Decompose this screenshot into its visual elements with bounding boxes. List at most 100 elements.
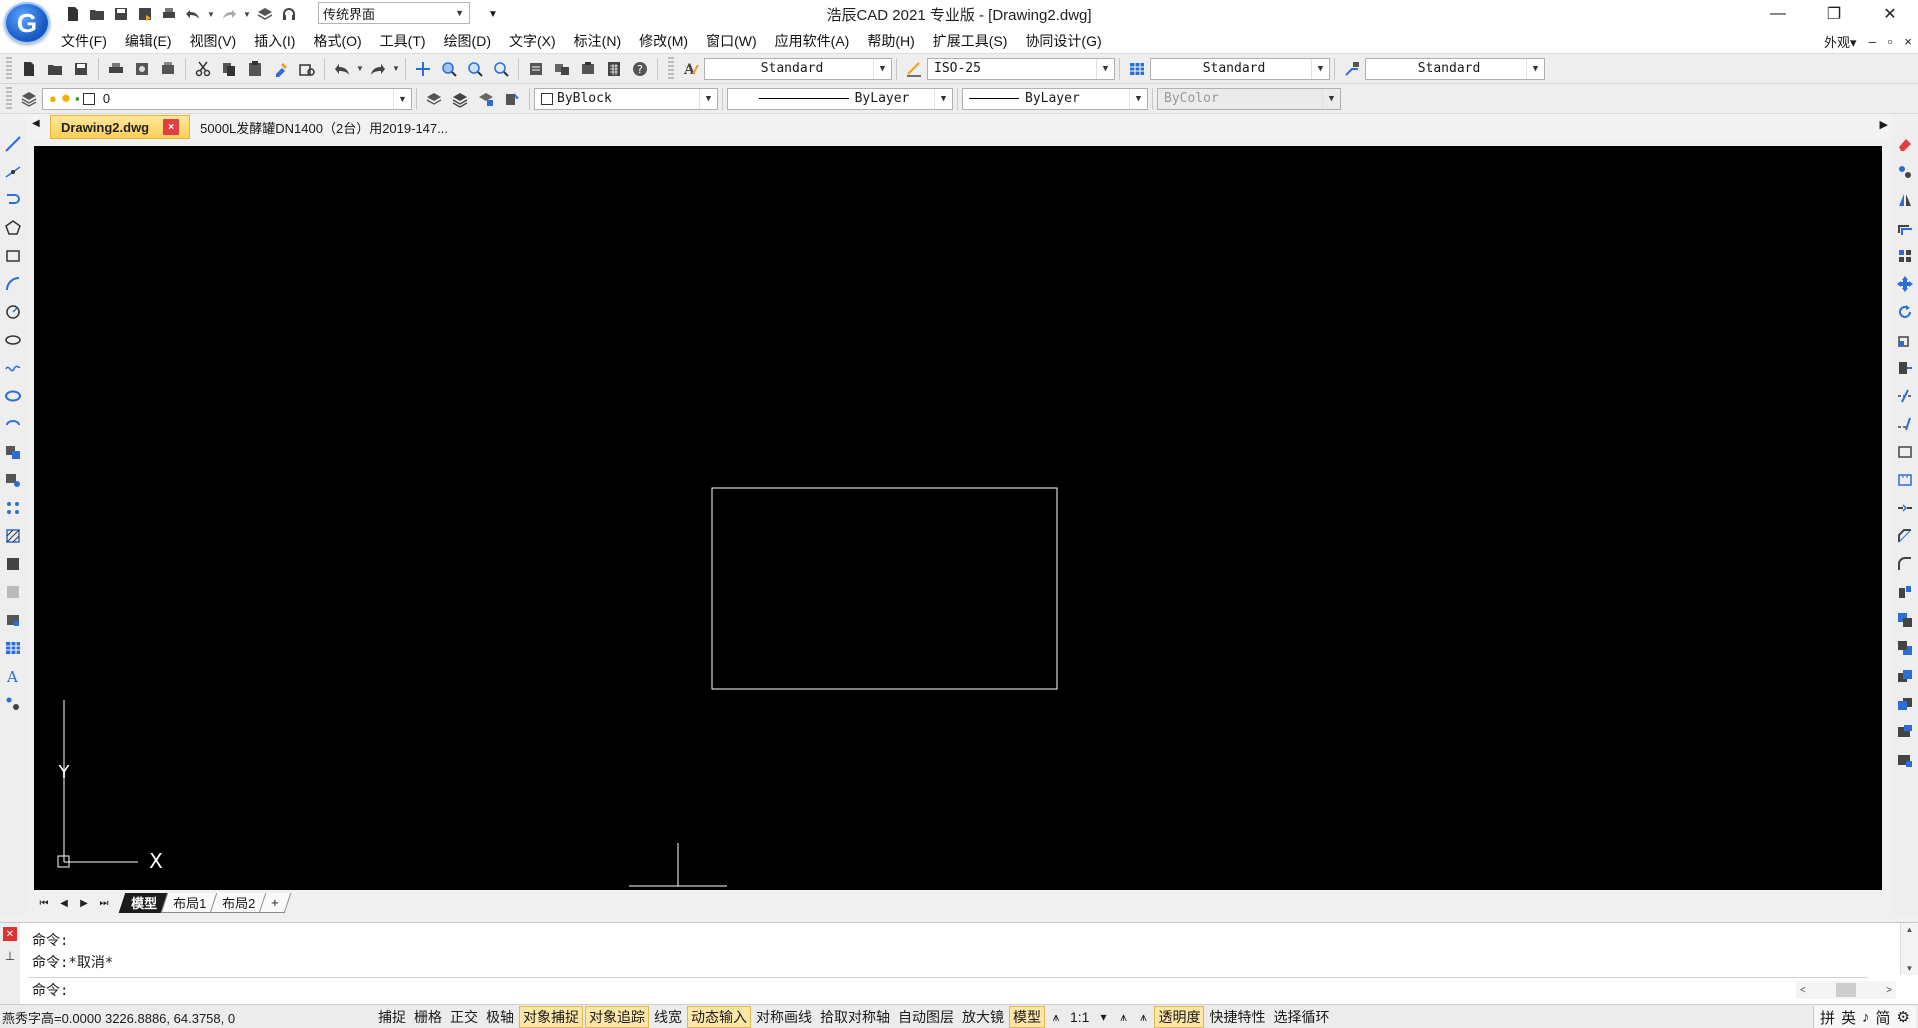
doc-minimize-button[interactable]: – (1869, 34, 1876, 49)
make-current-layer-icon[interactable] (421, 86, 447, 112)
scroll-left-icon[interactable]: < (1800, 985, 1806, 996)
copy-icon[interactable] (216, 56, 242, 82)
lineweight-select[interactable]: ByLayer ▼ (962, 87, 1148, 110)
magnifier-toggle[interactable]: 放大镜 (959, 1006, 1007, 1028)
break-at-point-icon[interactable] (1893, 438, 1917, 466)
cursor-coordinates[interactable]: 燕秀字高=0.0000 3226.8886, 64.3758, 0 (2, 1005, 235, 1028)
zoom-window-icon[interactable] (462, 56, 488, 82)
close-icon[interactable]: ✕ (3, 927, 17, 941)
layer-walk-icon[interactable] (499, 86, 525, 112)
polyline-icon[interactable] (1, 186, 25, 214)
menu-modify[interactable]: 修改(M) (630, 28, 697, 54)
menu-collaboration[interactable]: 协同设计(G) (1016, 28, 1110, 54)
add-selected-icon[interactable] (1, 690, 25, 718)
scale-icon[interactable] (1893, 326, 1917, 354)
menu-edit[interactable]: 编辑(E) (116, 28, 181, 54)
symmetric-line-toggle[interactable]: 对称画线 (753, 1006, 815, 1028)
menu-insert[interactable]: 插入(I) (245, 28, 304, 54)
appearance-menu[interactable]: 外观▾ (1824, 32, 1857, 51)
extend-icon[interactable] (1893, 410, 1917, 438)
drawn-rectangle[interactable] (711, 487, 1058, 690)
dim-style-icon[interactable] (901, 56, 927, 82)
arc-icon[interactable] (1, 270, 25, 298)
pin-icon[interactable]: ⊥ (5, 949, 15, 963)
menu-help[interactable]: 帮助(H) (858, 28, 923, 54)
customize-qat-icon[interactable]: ▼ (486, 3, 500, 25)
point-icon[interactable] (1, 494, 25, 522)
polygon-icon[interactable] (1, 214, 25, 242)
open-icon[interactable] (42, 56, 68, 82)
break-icon[interactable] (1893, 466, 1917, 494)
menu-format[interactable]: 格式(O) (304, 28, 370, 54)
scroll-thumb[interactable] (1836, 983, 1856, 997)
new-icon[interactable] (16, 56, 42, 82)
stretch-icon[interactable] (1893, 354, 1917, 382)
print-preview-icon[interactable] (129, 56, 155, 82)
layer-states-icon[interactable] (473, 86, 499, 112)
copy-object-icon[interactable] (1893, 158, 1917, 186)
last-layout-icon[interactable]: ⏭ (94, 893, 114, 913)
save-icon[interactable] (68, 56, 94, 82)
minimize-button[interactable]: — (1750, 0, 1806, 28)
block-editor-icon[interactable] (294, 56, 320, 82)
menu-text[interactable]: 文字(X) (500, 28, 565, 54)
ime-pinyin-icon[interactable]: 拼 (1820, 1007, 1835, 1028)
restore-button[interactable]: ❐ (1806, 0, 1862, 28)
line-icon[interactable] (1, 130, 25, 158)
tab-fermenter-drawing[interactable]: 5000L发酵罐DN1400（2台）用2019-147... (190, 115, 458, 139)
tab-close-icon[interactable]: × (163, 119, 180, 135)
chamfer-icon[interactable] (1893, 522, 1917, 550)
add-layout-button[interactable]: + (259, 893, 292, 913)
gradient-icon[interactable] (1, 550, 25, 578)
app-logo[interactable]: G (4, 2, 50, 44)
close-button[interactable]: ✕ (1862, 0, 1918, 28)
redo-dropdown-icon[interactable]: ▼ (242, 3, 252, 25)
tool-palettes-icon[interactable] (575, 56, 601, 82)
publish-icon[interactable] (155, 56, 181, 82)
menu-view[interactable]: 视图(V) (181, 28, 246, 54)
draw-order-front-icon[interactable] (1893, 606, 1917, 634)
revision-cloud-icon[interactable] (1, 326, 25, 354)
doc-close-button[interactable]: × (1904, 34, 1912, 49)
annotation-visibility-icon[interactable]: ⩚ (1113, 1006, 1133, 1028)
auto-layer-toggle[interactable]: 自动图层 (895, 1006, 957, 1028)
auto-scale-icon[interactable]: ⩚ (1133, 1006, 1153, 1028)
workspace-select[interactable]: 传统界面 ▼ (318, 2, 470, 24)
move-icon[interactable] (1893, 270, 1917, 298)
erase-icon[interactable] (1893, 130, 1917, 158)
trim-icon[interactable] (1893, 382, 1917, 410)
color-select[interactable]: ByBlock ▼ (534, 87, 718, 110)
mleader-style-select[interactable]: Standard ▼ (1365, 57, 1545, 80)
ellipse-arc-icon[interactable] (1, 410, 25, 438)
osnap-toggle[interactable]: 对象捕捉 (519, 1006, 583, 1028)
construction-line-icon[interactable] (1, 158, 25, 186)
hatch-icon[interactable] (1, 522, 25, 550)
chevron-down-icon[interactable]: ▾ (1093, 1006, 1113, 1028)
fillet-icon[interactable] (1893, 550, 1917, 578)
calculator-icon[interactable] (601, 56, 627, 82)
doc-restore-button[interactable]: ▫ (1888, 34, 1893, 49)
ime-punctuation-icon[interactable]: ♪ (1862, 1009, 1870, 1026)
grid-toggle[interactable]: 栅格 (411, 1006, 445, 1028)
spline-icon[interactable] (1, 354, 25, 382)
table-icon[interactable] (1, 634, 25, 662)
toolbar-grip[interactable] (6, 56, 12, 81)
previous-layout-icon[interactable]: ◀ (54, 893, 74, 913)
annotation-scale-icon[interactable]: ⩚ (1046, 1006, 1066, 1028)
zoom-realtime-icon[interactable] (436, 56, 462, 82)
menu-draw[interactable]: 绘图(D) (435, 28, 500, 54)
explode-icon[interactable] (1893, 578, 1917, 606)
cut-icon[interactable] (190, 56, 216, 82)
save-icon[interactable] (110, 3, 132, 25)
selection-cycling-toggle[interactable]: 选择循环 (1270, 1006, 1332, 1028)
properties-icon[interactable] (523, 56, 549, 82)
save-as-icon[interactable] (134, 3, 156, 25)
redo-icon[interactable] (365, 56, 391, 82)
otrack-toggle[interactable]: 对象追踪 (585, 1006, 649, 1028)
text-style-select[interactable]: Standard ▼ (704, 57, 892, 80)
menu-window[interactable]: 窗口(W) (697, 28, 766, 54)
rectangle-icon[interactable] (1, 242, 25, 270)
multiline-text-icon[interactable]: A (1, 662, 25, 690)
layer-manager-icon[interactable] (16, 86, 42, 112)
ellipse-icon[interactable] (1, 382, 25, 410)
